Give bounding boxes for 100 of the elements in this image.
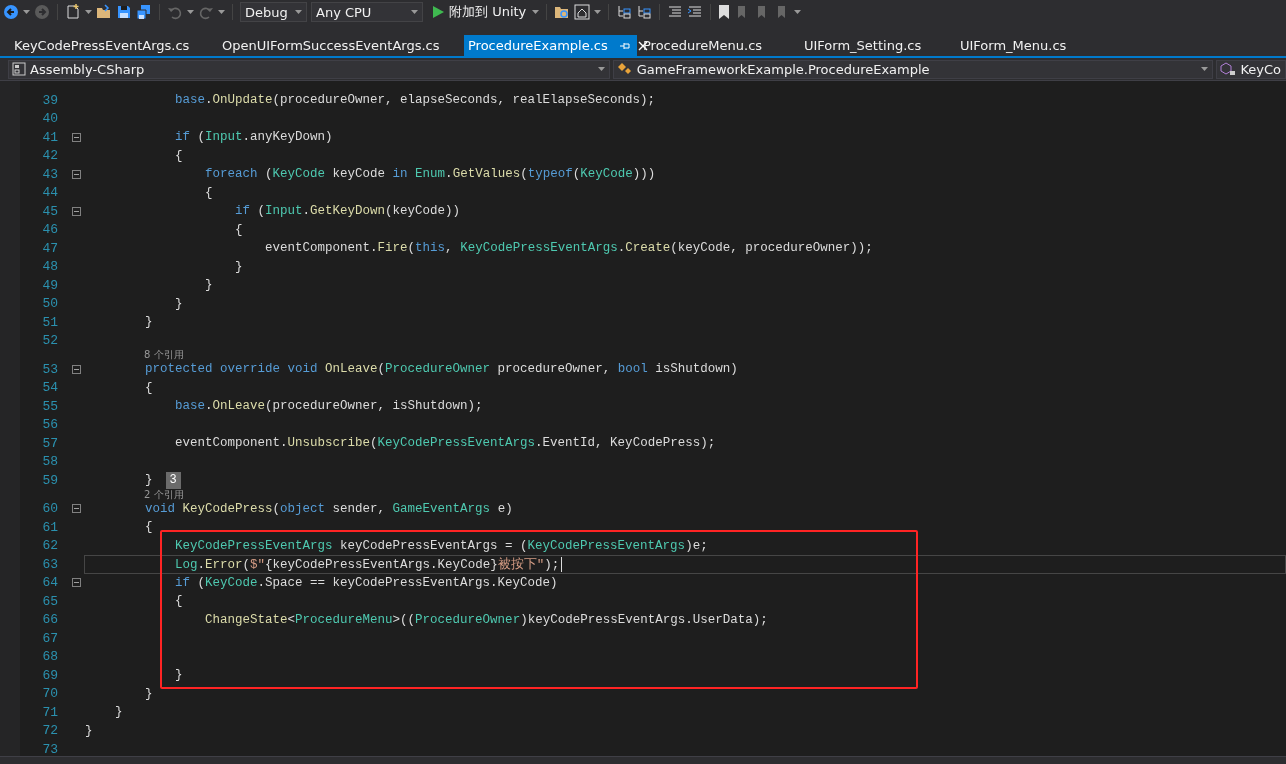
save-icon[interactable] [116, 4, 132, 20]
line-number: 60 [41, 501, 58, 517]
configuration-dropdown[interactable]: Debug [240, 2, 307, 22]
code-line: if (KeyCode.Space == keyCodePressEventArgs.KeyCode) [174, 575, 558, 590]
caret-icon[interactable] [794, 10, 802, 14]
line-number: 45 [41, 203, 58, 219]
code-line: eventComponent.Fire(this, KeyCodePressEventArgs.Create(keyCode, procedureOwner)); [264, 241, 873, 256]
caret-icon[interactable] [532, 10, 540, 14]
collapse-icon[interactable] [72, 504, 81, 514]
type-dropdown[interactable]: GameFrameworkExample.ProcedureExample [612, 59, 1214, 79]
code-line: { [234, 222, 243, 237]
line-number: 70 [41, 686, 58, 702]
code-line: } [85, 723, 93, 738]
file-tab[interactable]: UIForm_Setting.cs [798, 35, 954, 56]
project-icon [12, 62, 26, 76]
code-line: base.OnUpdate(procedureOwner, elapseSeconds, realElapseSeconds); [174, 93, 656, 108]
caret-icon[interactable] [597, 67, 605, 71]
code-line: } [174, 296, 183, 311]
line-number: 40 [41, 111, 58, 127]
code-line: base.OnLeave(procedureOwner, isShutdown); [174, 399, 483, 414]
outdent-icon[interactable] [667, 4, 684, 20]
back-icon[interactable] [3, 4, 19, 20]
caret-icon[interactable] [1201, 67, 1209, 71]
line-number: 57 [41, 435, 58, 451]
code-line: foreach (KeyCode keyCode in Enum.GetValues(typeof(KeyCode))) [204, 167, 656, 182]
line-number: 68 [41, 649, 58, 665]
line-number: 59 [41, 472, 58, 488]
project-dropdown[interactable]: Assembly-CSharp [8, 59, 610, 79]
play-icon [433, 6, 444, 18]
code-line: { [204, 185, 213, 200]
line-number: 72 [41, 723, 58, 739]
member-dropdown[interactable]: KeyCo [1216, 59, 1286, 79]
file-tab[interactable]: OpenUIFormSuccessEventArgs.cs [216, 35, 464, 56]
count-badge[interactable]: 3 [165, 471, 181, 489]
line-number: 53 [41, 361, 58, 377]
collapse-icon[interactable] [72, 132, 81, 142]
comment-icon[interactable] [687, 4, 704, 20]
code-line: Log.Error($"{keyCodePressEventArgs.KeyCode}被按下"); [174, 556, 560, 573]
reference-count[interactable]: 8 个引用 [144, 350, 184, 360]
code-line: void KeyCodePress(object sender, GameEventArgs e) [144, 501, 513, 516]
file-tab[interactable]: UIForm_Menu.cs [954, 35, 1073, 56]
caret-icon[interactable] [23, 10, 30, 14]
attach-button[interactable]: 附加到 Unity [427, 2, 529, 22]
tree-icon[interactable] [636, 4, 653, 20]
line-number: 46 [41, 222, 58, 238]
open-folder-icon[interactable] [96, 4, 112, 20]
line-number: 58 [41, 454, 58, 470]
line-number: 51 [41, 314, 58, 330]
line-number: 54 [41, 380, 58, 396]
code-line: } [204, 278, 213, 293]
caret-icon[interactable] [411, 10, 418, 14]
code-line: } [174, 668, 183, 683]
caret-icon[interactable] [85, 10, 92, 14]
code-line: protected override void OnLeave(ProcedureOwner procedureOwner, bool isShutdown) [144, 362, 738, 377]
bookmark-icon[interactable] [718, 4, 731, 20]
line-number: 73 [41, 741, 58, 756]
home-icon[interactable] [574, 4, 591, 20]
save-all-icon[interactable] [136, 4, 152, 20]
caret-icon[interactable] [218, 10, 225, 14]
caret-icon[interactable] [187, 10, 194, 14]
code-line: KeyCodePressEventArgs keyCodePressEventArgs = (KeyCodePressEventArgs)e; [174, 538, 708, 553]
pin-icon[interactable] [619, 40, 630, 51]
code-line: eventComponent.Unsubscribe(KeyCodePressEventArgs.EventId, KeyCodePress); [174, 436, 716, 451]
line-number: 44 [41, 185, 58, 201]
code-line: } [144, 315, 153, 330]
platform-dropdown[interactable]: Any CPU [311, 2, 423, 22]
class-icon [616, 62, 633, 76]
caret-icon[interactable] [594, 10, 602, 14]
collapse-icon[interactable] [72, 206, 81, 216]
line-number: 52 [41, 333, 58, 349]
line-number: 64 [41, 575, 58, 591]
code-line: if (Input.anyKeyDown) [174, 130, 333, 145]
line-number: 66 [41, 612, 58, 628]
file-tab[interactable]: KeyCodePressEventArgs.cs [8, 35, 216, 56]
collapse-icon[interactable] [72, 169, 81, 179]
line-number: 61 [41, 519, 58, 535]
line-number: 67 [41, 630, 58, 646]
code-line: { [144, 380, 153, 395]
code-line: if (Input.GetKeyDown(keyCode)) [234, 204, 461, 219]
file-tab[interactable]: ProcedureMenu.cs [637, 35, 798, 56]
folder-search-icon[interactable] [554, 4, 571, 20]
reference-count[interactable]: 2 个引用 [144, 489, 184, 500]
tree-icon[interactable] [616, 4, 633, 20]
line-number: 55 [41, 398, 58, 414]
line-number: 63 [41, 556, 58, 572]
line-number: 43 [41, 166, 58, 182]
line-number: 48 [41, 259, 58, 275]
line-number: 65 [41, 593, 58, 609]
line-number: 71 [41, 704, 58, 720]
code-line: { [174, 594, 183, 609]
line-number: 56 [41, 417, 58, 433]
member-icon [1220, 62, 1237, 76]
line-number: 39 [41, 92, 58, 108]
line-number: 49 [41, 277, 58, 293]
code-line: } [144, 686, 153, 701]
collapse-icon[interactable] [72, 364, 81, 374]
caret-icon[interactable] [295, 10, 302, 14]
new-project-icon[interactable] [65, 4, 81, 20]
collapse-icon[interactable] [72, 578, 81, 588]
code-line: { [174, 148, 183, 163]
